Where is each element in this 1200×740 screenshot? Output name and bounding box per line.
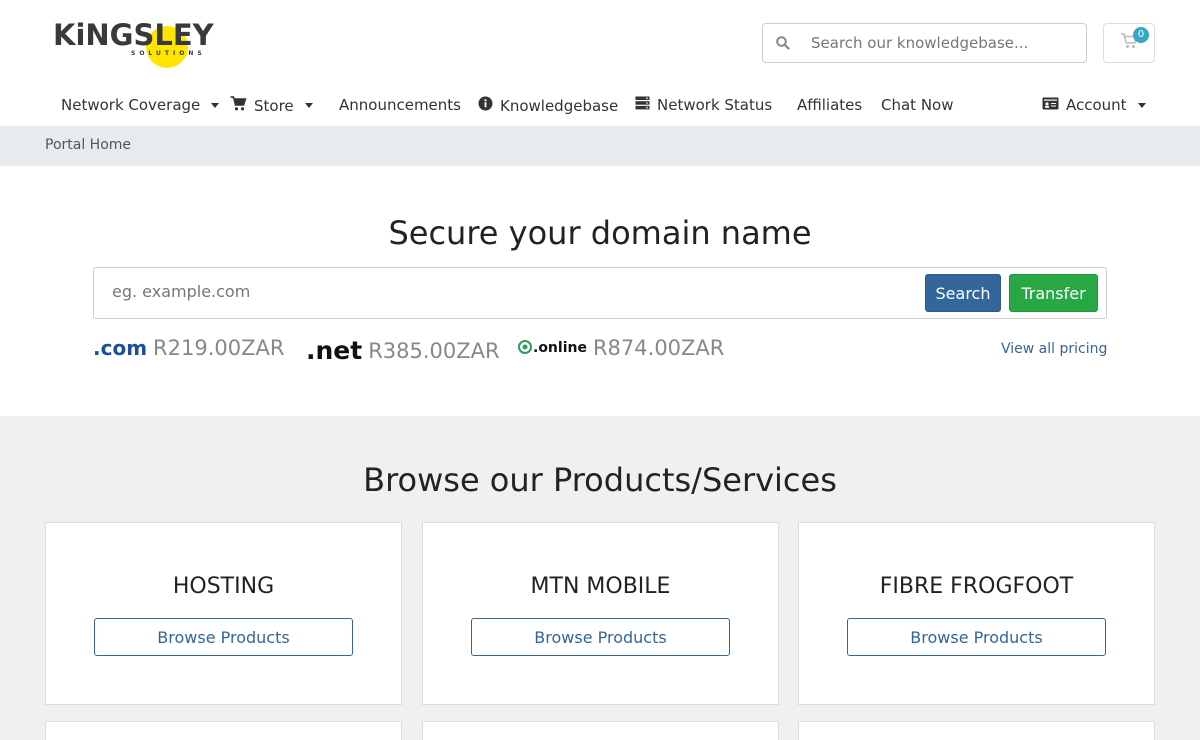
product-card-partial xyxy=(422,721,779,740)
knowledgebase-search xyxy=(762,23,1087,63)
site-header: KiNGSLEY SOLUTIONS 0 Network Coverage St… xyxy=(0,0,1200,126)
nav-knowledgebase[interactable]: Knowledgebase xyxy=(478,96,618,115)
knowledgebase-search-input[interactable] xyxy=(811,34,1081,52)
chevron-down-icon xyxy=(211,102,220,108)
nav-account[interactable]: Account xyxy=(1042,96,1146,114)
search-icon xyxy=(763,36,803,50)
id-card-icon xyxy=(1042,96,1059,114)
nav-affiliates[interactable]: Affiliates xyxy=(797,96,862,114)
product-card-hosting: HOSTING Browse Products xyxy=(45,522,402,705)
nav-chat-now-label: Chat Now xyxy=(881,96,954,114)
browse-products-button[interactable]: Browse Products xyxy=(94,618,353,656)
product-card-partial xyxy=(45,721,402,740)
tld-net-price: R385.00ZAR xyxy=(368,338,500,363)
domain-search-button[interactable]: Search xyxy=(925,274,1001,312)
product-card-partial xyxy=(798,721,1155,740)
tld-online: .online R874.00ZAR xyxy=(518,336,724,360)
chevron-down-icon xyxy=(1137,102,1146,108)
online-globe-icon xyxy=(518,339,532,358)
logo-wordmark: KiNGSLEY xyxy=(53,18,214,52)
nav-store-label: Store xyxy=(254,96,294,115)
products-title: Browse our Products/Services xyxy=(363,461,837,499)
domain-search-box: Search Transfer xyxy=(93,267,1107,319)
nav-network-coverage-label: Network Coverage xyxy=(61,96,201,114)
browse-products-button[interactable]: Browse Products xyxy=(471,618,730,656)
view-all-pricing-link[interactable]: View all pricing xyxy=(1001,341,1107,357)
tld-net-logo: .net xyxy=(306,336,363,365)
tld-online-price: R874.00ZAR xyxy=(592,336,725,360)
breadcrumb: Portal Home xyxy=(0,126,1200,166)
tld-com-logo: .com xyxy=(93,336,148,360)
product-card-title: HOSTING xyxy=(172,574,275,599)
browse-products-button[interactable]: Browse Products xyxy=(847,618,1106,656)
tld-online-logo: .online xyxy=(533,340,587,356)
tld-net: .net R385.00ZAR xyxy=(306,336,500,365)
domain-search-section: Secure your domain name Search Transfer … xyxy=(0,166,1200,416)
info-icon xyxy=(478,96,493,115)
cart-button[interactable]: 0 xyxy=(1103,23,1155,63)
chevron-down-icon xyxy=(304,103,313,108)
domain-transfer-button[interactable]: Transfer xyxy=(1009,274,1098,312)
nav-store[interactable]: Store xyxy=(230,96,313,115)
domain-search-input[interactable] xyxy=(112,282,892,301)
product-card-title: FIBRE FROGFOOT xyxy=(879,574,1074,599)
breadcrumb-portal-home[interactable]: Portal Home xyxy=(45,137,131,153)
main-navbar: Network Coverage Store Announcements Kno… xyxy=(0,88,1200,124)
nav-announcements-label: Announcements xyxy=(339,96,461,114)
tld-com: .com R219.00ZAR xyxy=(93,336,284,360)
nav-affiliates-label: Affiliates xyxy=(797,96,863,114)
cart-icon xyxy=(230,96,247,115)
nav-account-label: Account xyxy=(1066,96,1127,114)
product-card-mtn-mobile: MTN MOBILE Browse Products xyxy=(422,522,779,705)
nav-knowledgebase-label: Knowledgebase xyxy=(500,96,619,115)
nav-announcements[interactable]: Announcements xyxy=(339,96,461,114)
nav-network-status[interactable]: Network Status xyxy=(635,96,772,114)
products-section: Browse our Products/Services HOSTING Bro… xyxy=(0,416,1200,740)
nav-network-coverage[interactable]: Network Coverage xyxy=(61,96,220,114)
server-icon xyxy=(635,96,650,114)
cart-count-badge: 0 xyxy=(1133,27,1149,43)
nav-network-status-label: Network Status xyxy=(657,96,773,114)
tld-com-price: R219.00ZAR xyxy=(153,336,285,360)
domain-title: Secure your domain name xyxy=(388,214,812,252)
logo-tagline: SOLUTIONS xyxy=(131,50,206,57)
product-card-title: MTN MOBILE xyxy=(530,574,671,599)
product-card-fibre-frogfoot: FIBRE FROGFOOT Browse Products xyxy=(798,522,1155,705)
nav-chat-now[interactable]: Chat Now xyxy=(881,96,954,114)
kingsley-logo[interactable]: KiNGSLEY SOLUTIONS xyxy=(53,14,214,70)
